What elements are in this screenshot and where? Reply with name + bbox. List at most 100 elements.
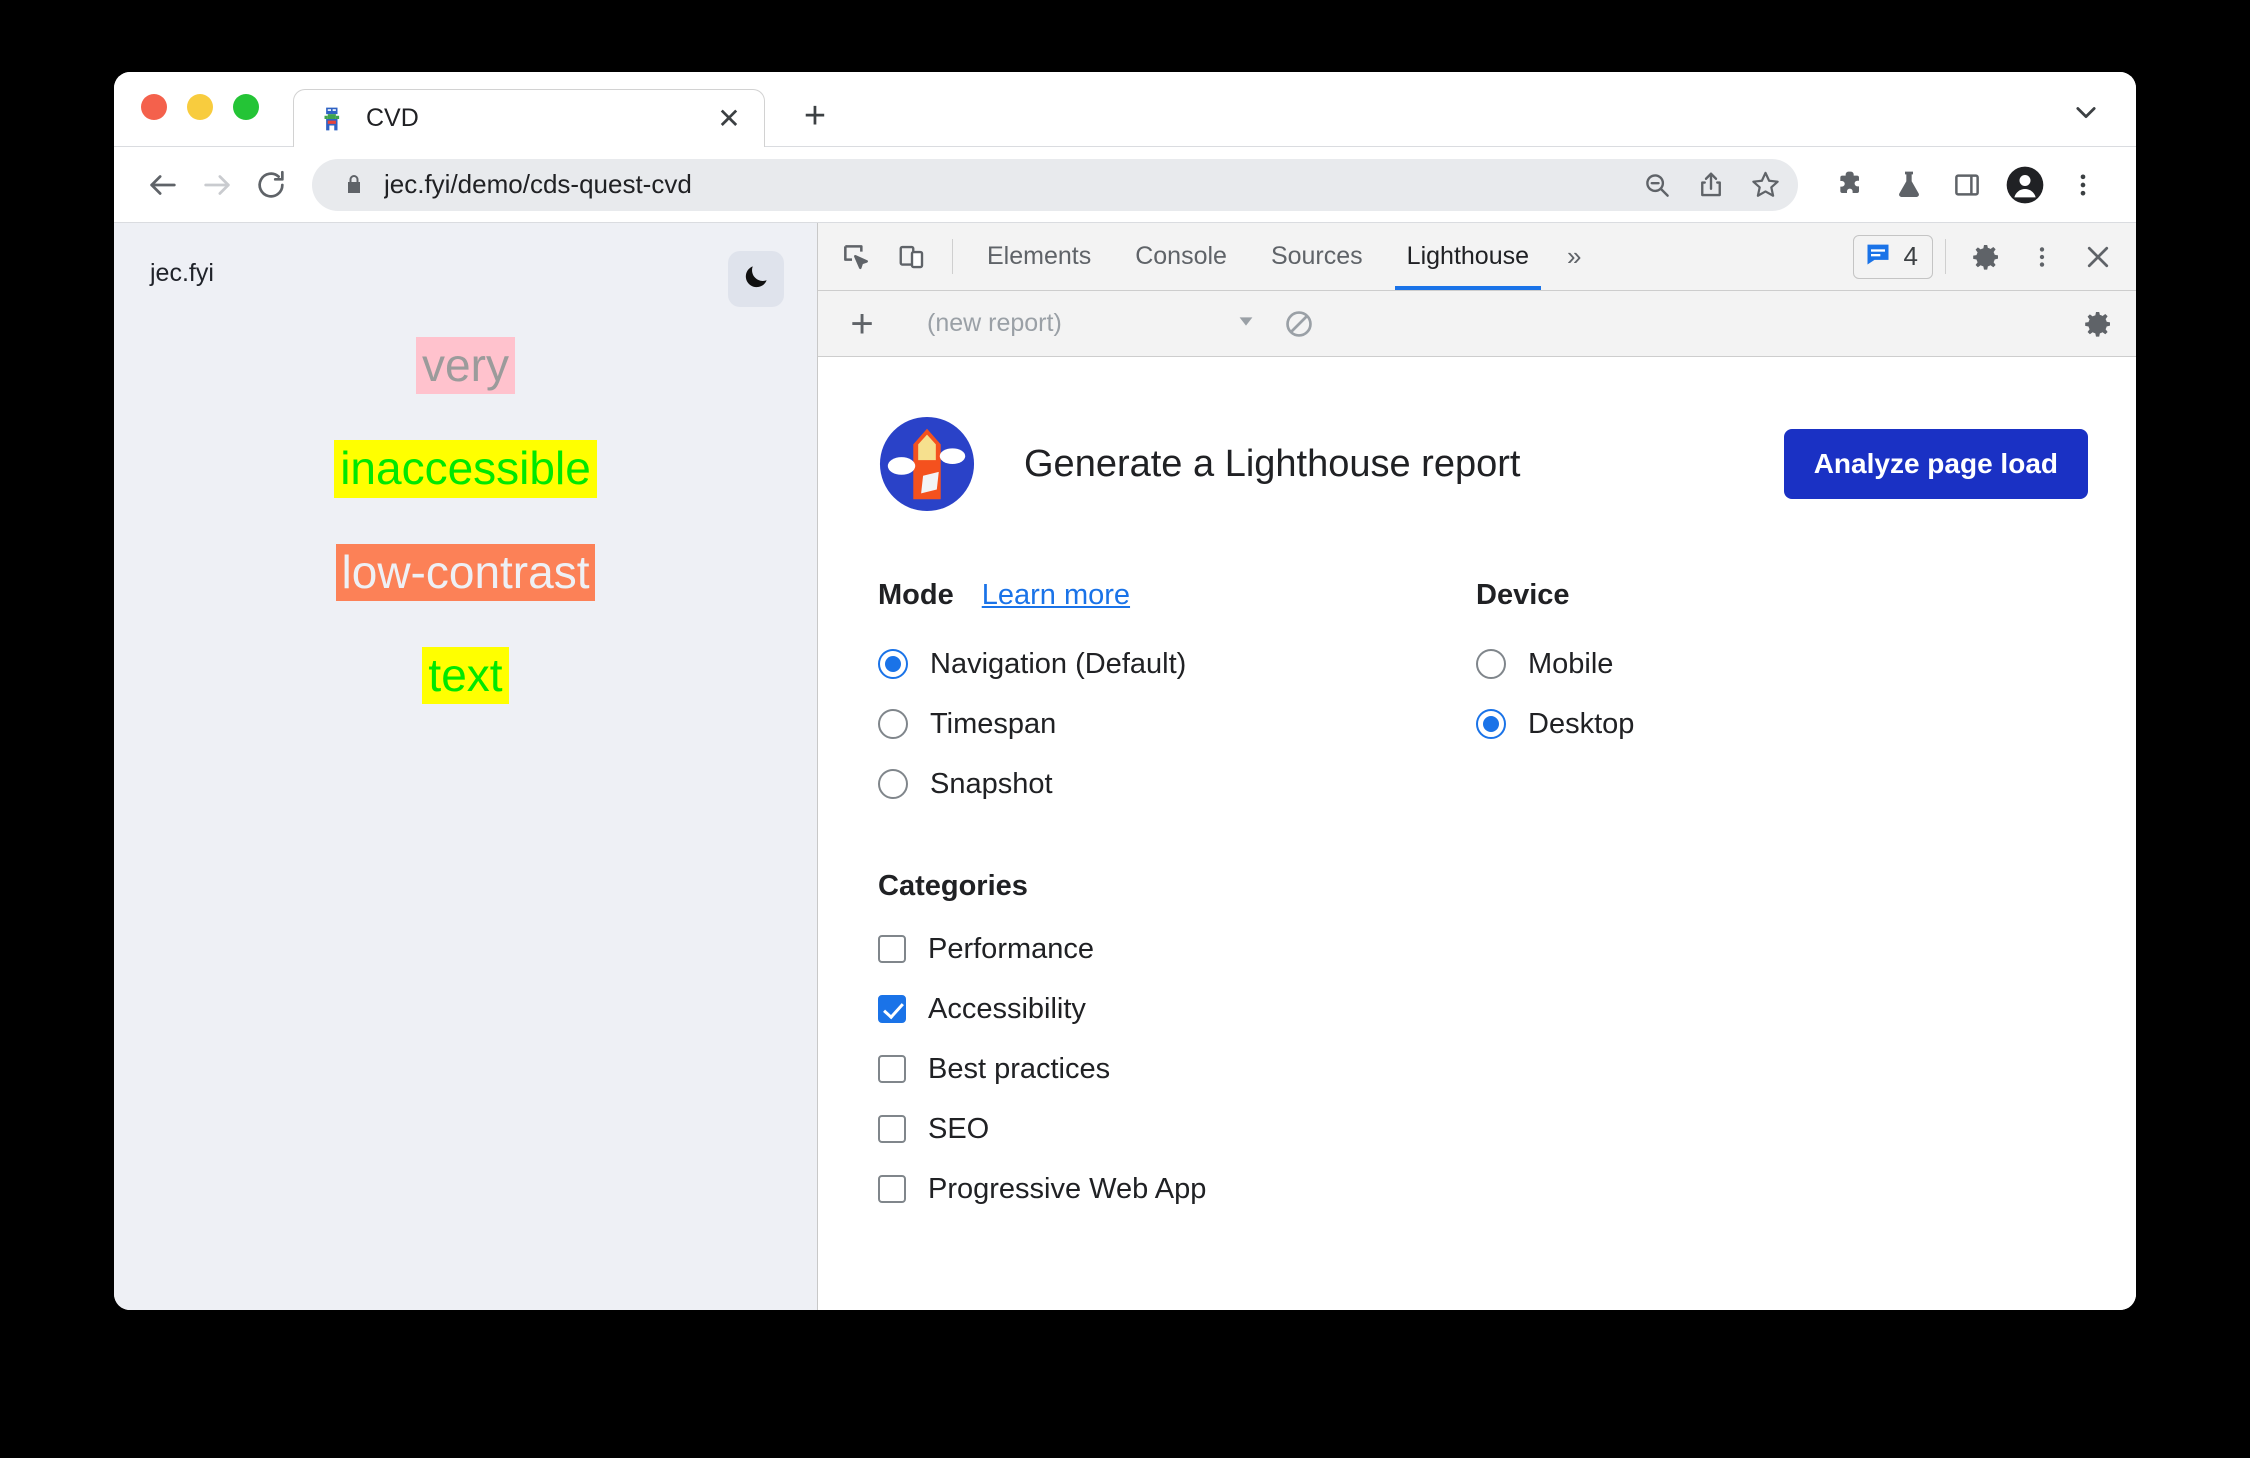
- lighthouse-start-view: Generate a Lighthouse report Analyze pag…: [818, 357, 2136, 1310]
- tab-lighthouse[interactable]: Lighthouse: [1385, 223, 1551, 290]
- page-title: Generate a Lighthouse report: [1024, 442, 1521, 485]
- message-count: 4: [1903, 241, 1918, 271]
- report-select[interactable]: (new report): [927, 309, 1257, 338]
- checkbox-accessibility[interactable]: [878, 995, 906, 1023]
- device-heading-row: Device: [1476, 579, 2096, 612]
- checkbox-seo[interactable]: [878, 1115, 906, 1143]
- tab-sources[interactable]: Sources: [1249, 223, 1385, 290]
- tab-elements[interactable]: Elements: [965, 223, 1113, 290]
- extensions-puzzle-icon[interactable]: [1822, 156, 1880, 214]
- address-bar[interactable]: jec.fyi/demo/cds-quest-cvd: [312, 158, 1798, 212]
- tab-strip: CVD ✕ +: [114, 72, 2136, 147]
- lighthouse-toolbar: + (new report): [818, 291, 2136, 357]
- device-option-desktop[interactable]: Desktop: [1476, 694, 2096, 754]
- radio-desktop[interactable]: [1476, 709, 1506, 739]
- minimize-window-button[interactable]: [187, 94, 213, 120]
- moon-icon: [741, 262, 771, 297]
- close-icon[interactable]: ✕: [714, 104, 744, 134]
- maximize-window-button[interactable]: [233, 94, 259, 120]
- category-label: SEO: [928, 1112, 990, 1145]
- radio-navigation[interactable]: [878, 649, 908, 679]
- inspect-element-icon[interactable]: [828, 223, 884, 290]
- category-label: Accessibility: [928, 992, 1086, 1025]
- device-option-label: Desktop: [1528, 707, 1635, 740]
- mode-option-timespan[interactable]: Timespan: [878, 694, 1476, 754]
- browser-toolbar: jec.fyi/demo/cds-quest-cvd: [114, 146, 2136, 222]
- mode-option-navigation[interactable]: Navigation (Default): [878, 634, 1476, 694]
- mode-heading-row: Mode Learn more: [878, 579, 1476, 612]
- url-text[interactable]: jec.fyi/demo/cds-quest-cvd: [384, 169, 1630, 200]
- demo-word-text: text: [422, 647, 509, 705]
- radio-snapshot[interactable]: [878, 769, 908, 799]
- divider: [1945, 239, 1946, 274]
- mode-option-snapshot[interactable]: Snapshot: [878, 754, 1476, 814]
- device-title: Device: [1476, 579, 1570, 611]
- mode-option-label: Snapshot: [930, 767, 1053, 800]
- caret-down-icon: [1235, 310, 1257, 337]
- flask-icon[interactable]: [1880, 156, 1938, 214]
- contrast-demo-words: very inaccessible low-contrast text: [114, 323, 817, 1310]
- categories-section: Categories Performance Accessibility Bes…: [878, 870, 2136, 1219]
- devtools-right-controls: [1958, 223, 2136, 290]
- category-accessibility[interactable]: Accessibility: [878, 979, 2136, 1039]
- device-option-mobile[interactable]: Mobile: [1476, 634, 2096, 694]
- window-traffic-lights: [114, 94, 259, 146]
- browser-content-area: jec.fyi very inaccessible low-contrast t…: [114, 222, 2136, 1310]
- device-section: Device Mobile Desktop: [1476, 579, 2096, 814]
- lighthouse-options: Mode Learn more Navigation (Default) Tim…: [878, 579, 2136, 814]
- analyze-page-load-button[interactable]: Analyze page load: [1783, 429, 2088, 499]
- categories-title: Categories: [878, 870, 1028, 902]
- zoom-out-icon[interactable]: [1630, 158, 1684, 212]
- chevrons-right-icon[interactable]: »: [1551, 223, 1597, 290]
- kebab-menu-icon[interactable]: [2014, 244, 2070, 270]
- forward-button[interactable]: [190, 158, 244, 212]
- chevron-down-icon[interactable]: [2066, 92, 2106, 132]
- checkbox-best-practices[interactable]: [878, 1055, 906, 1083]
- profile-avatar-icon[interactable]: [1996, 156, 2054, 214]
- category-performance[interactable]: Performance: [878, 919, 2136, 979]
- category-pwa[interactable]: Progressive Web App: [878, 1159, 2136, 1219]
- radio-timespan[interactable]: [878, 709, 908, 739]
- tab-console[interactable]: Console: [1113, 223, 1249, 290]
- side-panel-icon[interactable]: [1938, 156, 1996, 214]
- chrome-menu-icon[interactable]: [2054, 156, 2112, 214]
- category-best-practices[interactable]: Best practices: [878, 1039, 2136, 1099]
- report-select-value: (new report): [927, 309, 1062, 337]
- dark-mode-toggle[interactable]: [728, 251, 784, 307]
- demo-word-low-contrast: low-contrast: [335, 543, 596, 602]
- demo-word-very: very: [416, 337, 515, 395]
- back-button[interactable]: [136, 158, 190, 212]
- checkbox-performance[interactable]: [878, 935, 906, 963]
- radio-mobile[interactable]: [1476, 649, 1506, 679]
- reload-button[interactable]: [244, 158, 298, 212]
- add-report-button[interactable]: +: [832, 294, 892, 354]
- devtools-message-counter[interactable]: 4: [1852, 234, 1933, 279]
- learn-more-link[interactable]: Learn more: [982, 579, 1130, 612]
- new-tab-button[interactable]: +: [795, 96, 835, 136]
- page-viewport: jec.fyi very inaccessible low-contrast t…: [114, 223, 818, 1310]
- mode-section: Mode Learn more Navigation (Default) Tim…: [878, 579, 1476, 814]
- bookmark-star-icon[interactable]: [1738, 158, 1792, 212]
- checkbox-pwa[interactable]: [878, 1175, 906, 1203]
- clear-reports-button[interactable]: [1283, 308, 1315, 340]
- message-bubble-icon: [1864, 240, 1892, 273]
- mode-option-label: Timespan: [930, 707, 1057, 740]
- category-seo[interactable]: SEO: [878, 1099, 2136, 1159]
- gear-icon[interactable]: [1958, 241, 2014, 273]
- close-icon[interactable]: [2070, 242, 2126, 272]
- gear-icon[interactable]: [2082, 308, 2136, 340]
- mode-title: Mode: [878, 579, 954, 611]
- toolbar-action-buttons: [1808, 156, 2112, 214]
- devtools-panel: Elements Console Sources Lighthouse » 4: [818, 223, 2136, 1310]
- browser-tab[interactable]: CVD ✕: [293, 89, 765, 147]
- device-toolbar-icon[interactable]: [884, 223, 940, 290]
- category-label: Best practices: [928, 1052, 1111, 1085]
- tab-title: CVD: [366, 104, 419, 132]
- share-icon[interactable]: [1684, 158, 1738, 212]
- analyze-button-wrap: Analyze page load: [1783, 429, 2088, 499]
- browser-window: CVD ✕ + jec.fyi/demo/cds-quest-cvd jec.f…: [114, 72, 2136, 1310]
- divider: [952, 239, 953, 274]
- lock-icon: [342, 173, 366, 197]
- close-window-button[interactable]: [141, 94, 167, 120]
